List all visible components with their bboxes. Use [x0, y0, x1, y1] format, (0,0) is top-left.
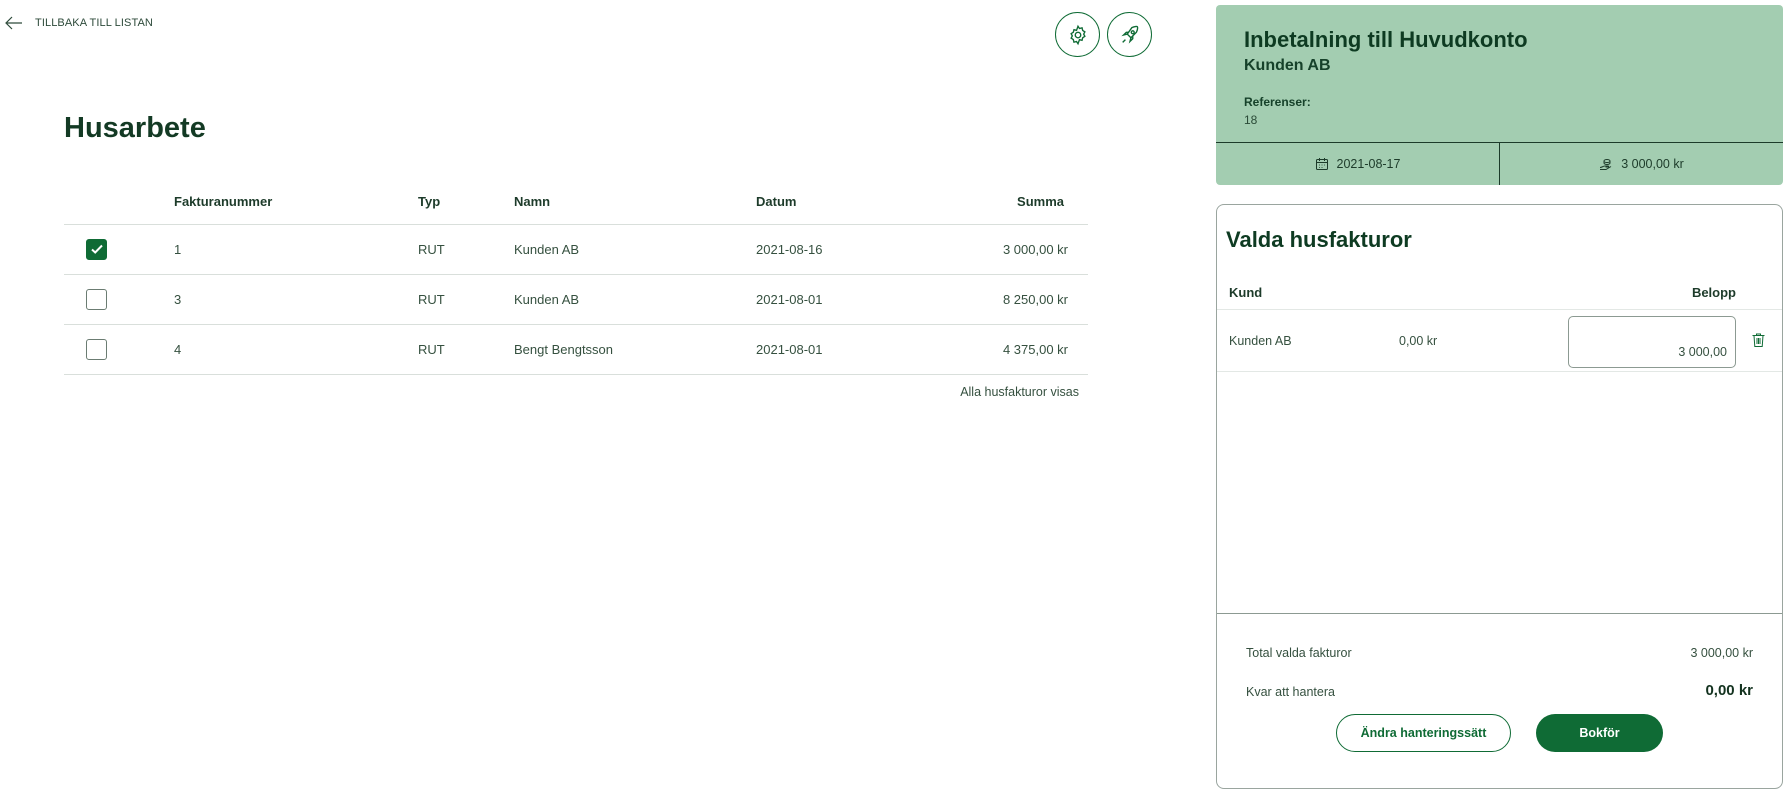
row-checkbox[interactable] [86, 338, 107, 360]
header-select [64, 180, 174, 225]
cell-date: 2021-08-01 [756, 274, 966, 325]
header-name[interactable]: Namn [514, 180, 756, 225]
rocket-icon [1120, 25, 1138, 44]
header-customer: Kund [1229, 285, 1263, 300]
cell-date: 2021-08-01 [756, 324, 966, 375]
header-type[interactable]: Typ [418, 180, 514, 225]
selected-footer: Total valda fakturor 3 000,00 kr Kvar at… [1217, 613, 1782, 752]
cell-number: 1 [174, 224, 418, 275]
references-value: 18 [1244, 113, 1258, 127]
cell-date: 2021-08-16 [756, 224, 966, 275]
header-sum[interactable]: Summa [966, 180, 1088, 225]
table-row[interactable]: 1 RUT Kunden AB 2021-08-16 3 000,00 kr [64, 224, 1088, 275]
selected-invoice-row: Kunden AB 0,00 kr [1217, 310, 1782, 372]
payment-info-strip: 2021-08-17 3 000,00 kr [1216, 142, 1783, 185]
payment-amount: 3 000,00 kr [1499, 143, 1783, 185]
cell-sum: 3 000,00 kr [966, 224, 1088, 275]
cell-type: RUT [418, 324, 514, 375]
payment-amount-text: 3 000,00 kr [1621, 157, 1684, 171]
back-to-list-link[interactable]: TILLBAKA TILL LISTAN [5, 16, 153, 30]
change-handling-button[interactable]: Ändra hanteringssätt [1336, 714, 1511, 752]
total-label: Total valda fakturor [1246, 646, 1352, 660]
calendar-icon [1315, 158, 1328, 170]
header-number[interactable]: Fakturanummer [174, 180, 418, 225]
total-value: 3 000,00 kr [1690, 646, 1753, 660]
selected-remaining: 0,00 kr [1399, 334, 1438, 348]
gear-icon [1069, 24, 1086, 45]
cell-number: 4 [174, 324, 418, 375]
payment-summary-card: Inbetalning till Huvudkonto Kunden AB Re… [1216, 5, 1783, 185]
references-label: Referenser: [1244, 95, 1311, 109]
row-checkbox[interactable] [86, 288, 107, 310]
header-date[interactable]: Datum [756, 180, 966, 225]
remaining-value: 0,00 kr [1705, 682, 1753, 699]
header-amount: Belopp [1691, 285, 1736, 300]
amount-input[interactable] [1568, 316, 1736, 368]
selected-invoices-panel: Valda husfakturor Kund Belopp Kunden AB … [1216, 204, 1783, 789]
selected-header-row: Kund Belopp [1217, 275, 1782, 310]
row-checkbox[interactable] [86, 238, 107, 260]
back-label: TILLBAKA TILL LISTAN [35, 17, 153, 29]
remaining-label: Kvar att hantera [1246, 685, 1335, 699]
payment-customer: Kunden AB [1244, 57, 1331, 74]
book-button[interactable]: Bokför [1536, 714, 1663, 752]
table-row[interactable]: 3 RUT Kunden AB 2021-08-01 8 250,00 kr [64, 274, 1088, 325]
invoice-table: Fakturanummer Typ Namn Datum Summa 1 RUT… [64, 180, 1088, 375]
cell-type: RUT [418, 224, 514, 275]
cell-name: Kunden AB [514, 274, 756, 325]
cell-name: Bengt Bengtsson [514, 324, 756, 375]
page-title: Husarbete [64, 112, 206, 144]
settings-button[interactable] [1055, 12, 1100, 57]
coins-hand-icon [1600, 159, 1612, 170]
cell-name: Kunden AB [514, 224, 756, 275]
table-header-row: Fakturanummer Typ Namn Datum Summa [64, 180, 1088, 225]
payment-date-text: 2021-08-17 [1336, 157, 1401, 171]
selected-customer: Kunden AB [1229, 334, 1292, 348]
cell-number: 3 [174, 274, 418, 325]
rocket-button[interactable] [1107, 12, 1152, 57]
selected-invoices-title: Valda husfakturor [1226, 227, 1412, 252]
payment-date: 2021-08-17 [1216, 143, 1499, 185]
checkmark-icon [90, 244, 103, 254]
payment-title: Inbetalning till Huvudkonto [1244, 27, 1528, 52]
table-row[interactable]: 4 RUT Bengt Bengtsson 2021-08-01 4 375,0… [64, 324, 1088, 375]
cell-type: RUT [418, 274, 514, 325]
all-invoices-shown-text: Alla husfakturor visas [960, 385, 1079, 399]
trash-icon[interactable] [1751, 332, 1766, 348]
cell-sum: 4 375,00 kr [966, 324, 1088, 375]
cell-sum: 8 250,00 kr [966, 274, 1088, 325]
arrow-left-icon [5, 16, 22, 30]
